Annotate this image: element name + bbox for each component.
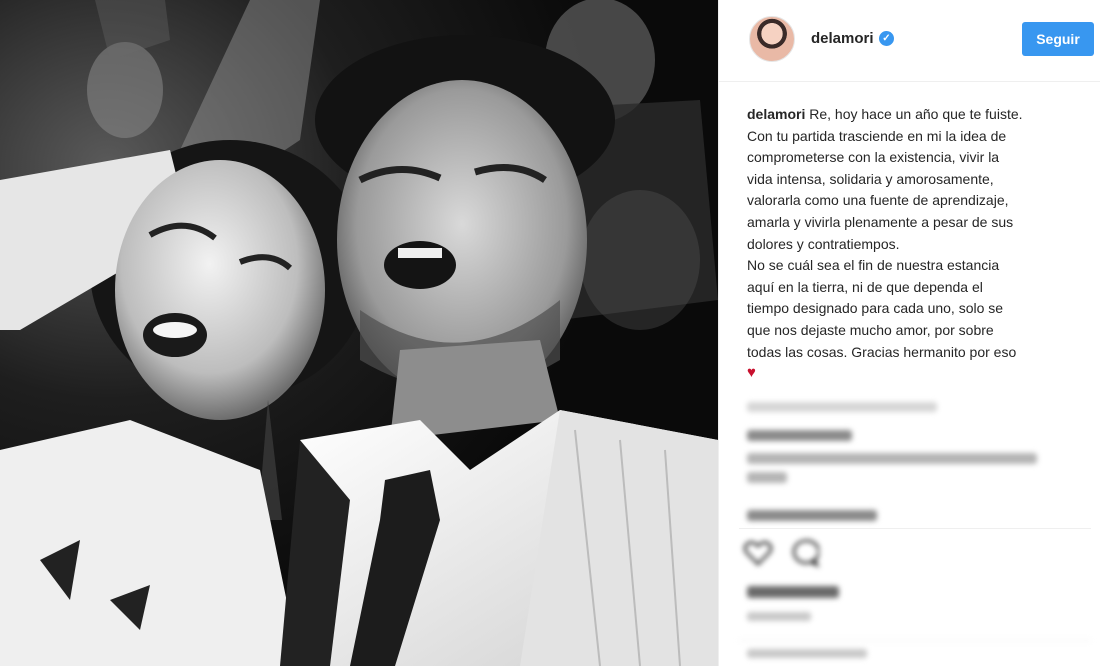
verified-badge-icon: ✓ (879, 31, 894, 46)
caption-line-9: aquí en la tierra, ni de que dependa el (747, 278, 983, 295)
likes-count[interactable] (747, 586, 839, 598)
post-photo-image (0, 0, 718, 666)
caption-line-10: tiempo designado para cada uno, solo se (747, 300, 1004, 317)
caption-line-6: amarla y vivirla plenamente a pesar de s… (747, 213, 1014, 230)
avatar[interactable] (749, 16, 795, 62)
username-link[interactable]: delamori (811, 30, 874, 47)
caption-line-4: vida intensa, solidaria y amorosamente, (747, 170, 994, 187)
follow-button[interactable]: Seguir (1022, 22, 1094, 56)
caption-line-3: comprometerse con la existencia, vivir l… (747, 149, 1000, 166)
caption-line-7: dolores y contratiempos. (747, 235, 900, 252)
post-photo[interactable] (0, 0, 718, 666)
comment-item (747, 510, 1047, 521)
heart-outline-icon[interactable] (743, 538, 773, 568)
post-actions (743, 538, 863, 572)
caption-line-2: Con tu partida trasciende en mi la idea … (747, 127, 1007, 144)
caption-line-11: que nos dejaste mucho amor, por sobre (747, 321, 994, 338)
caption-username[interactable]: delamori (747, 106, 805, 122)
post-caption: delamori Re, hoy hace un año que te fuis… (747, 104, 1085, 383)
divider (739, 528, 1091, 529)
caption-line-5: valorarla como una fuente de aprendizaje… (747, 192, 1009, 209)
load-more-comments-link[interactable] (747, 402, 937, 412)
comment-item (747, 430, 1047, 483)
caption-line-1: delamori Re, hoy hace un año que te fuis… (747, 106, 1023, 122)
caption-line-12: todas las cosas. Gracias hermanito por e… (747, 343, 1017, 360)
post-side-panel: delamori ✓ Seguir delamori Re, hoy hace … (718, 0, 1100, 666)
post-header: delamori ✓ Seguir (719, 0, 1100, 82)
red-heart-icon: ♥ (747, 364, 756, 382)
comment-bubble-icon[interactable] (789, 538, 819, 568)
add-comment-field[interactable] (739, 640, 1091, 666)
post-date (747, 612, 811, 621)
caption-line-8: No se cuál sea el fin de nuestra estanci… (747, 257, 1000, 274)
